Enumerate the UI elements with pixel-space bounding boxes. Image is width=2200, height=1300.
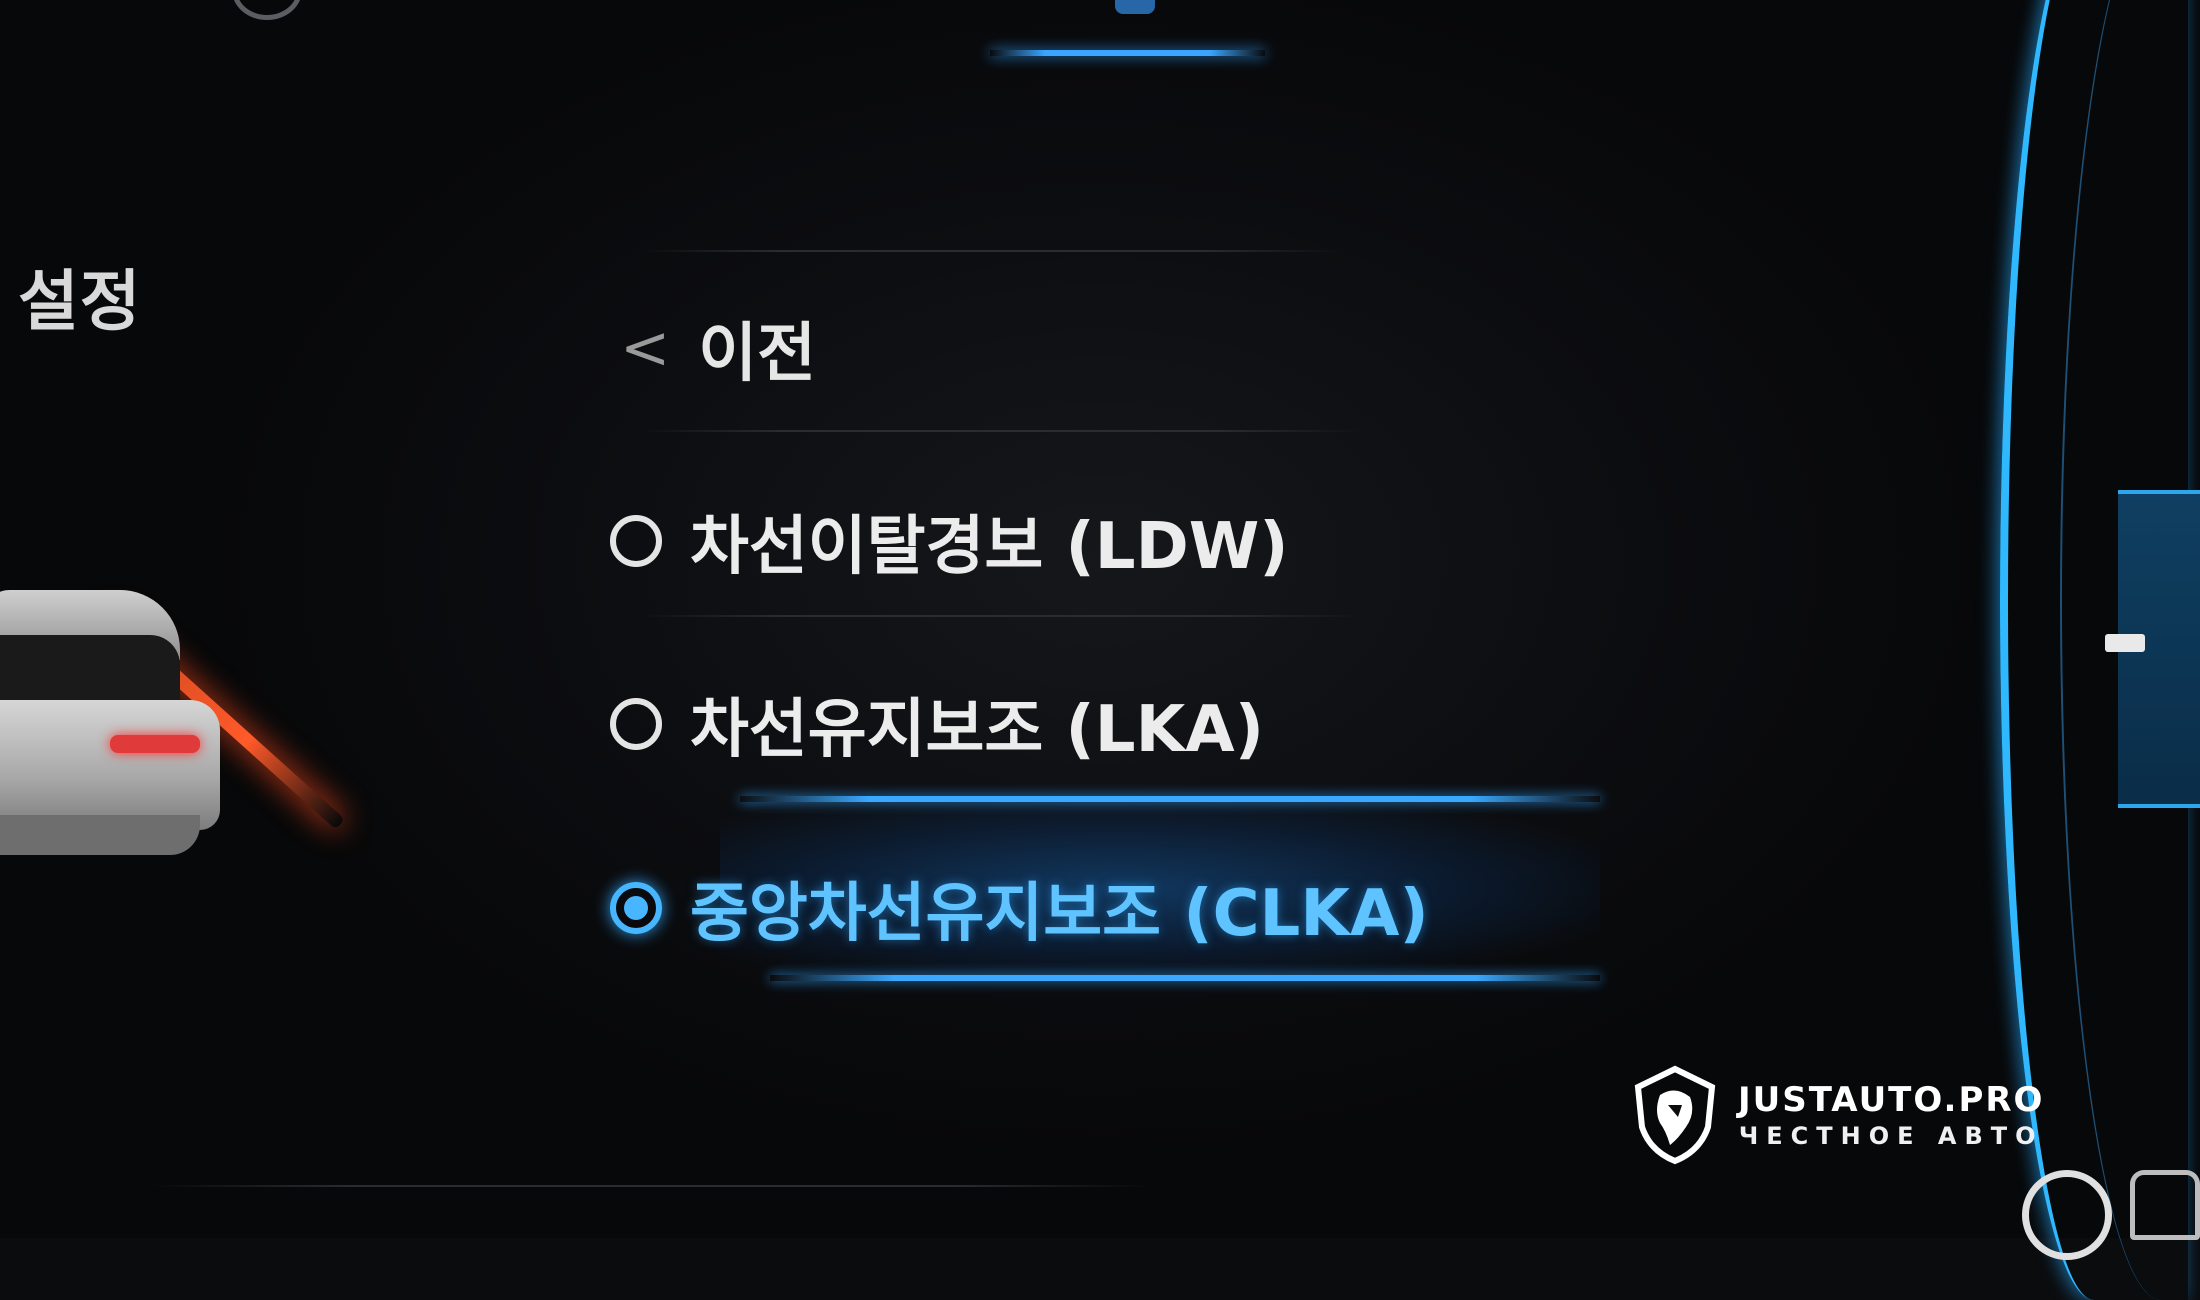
bottom-divider [150,1185,1150,1187]
option-ldw[interactable]: 차선이탈경보 (LDW) [610,495,1289,587]
menu-divider-1 [640,430,1360,432]
menu-divider-2 [640,615,1360,617]
radio-unchecked-icon[interactable] [610,515,662,567]
option-label: 차선이탈경보 (LDW) [690,510,1289,584]
option-clka[interactable]: 중앙차선유지보조 (CLKA) [610,862,1429,954]
steering-wheel-icon [2022,1170,2112,1260]
car-front-icon [2130,1170,2200,1240]
radio-checked-icon[interactable] [610,882,662,934]
selection-line-top [740,796,1600,802]
gauge-needle [2105,634,2145,652]
back-button[interactable]: < 이전 [620,302,816,394]
option-lka[interactable]: 차선유지보조 (LKA) [610,678,1264,770]
vehicle-tab-icon[interactable] [1115,0,1155,14]
menu-divider-top [640,250,1340,252]
vehicle-illustration [0,560,250,890]
tail-light [110,735,200,753]
watermark-logo: JUSTAUTO.PRO ЧЕСТНОЕ АВТО [1630,1065,2044,1165]
option-label: 차선유지보조 (LKA) [690,693,1264,767]
watermark-brand: JUSTAUTO.PRO [1738,1080,2045,1120]
selection-line-bottom [770,975,1600,981]
shield-lion-icon [1634,1065,1716,1165]
top-tab-icon-left [232,0,302,20]
cluster-screen: 설정 < 이전 차선이탈경보 (LDW) 차선유지보조 (LKA) 중앙차선유지… [0,0,2200,1300]
section-title: 설정 [18,263,142,340]
watermark-tagline: ЧЕСТНОЕ АВТО [1738,1122,2044,1150]
active-tab-indicator [990,50,1265,56]
back-label: 이전 [698,317,817,391]
chevron-left-icon: < [620,313,671,383]
radio-unchecked-icon[interactable] [610,698,662,750]
option-label: 중앙차선유지보조 (CLKA) [690,877,1429,951]
